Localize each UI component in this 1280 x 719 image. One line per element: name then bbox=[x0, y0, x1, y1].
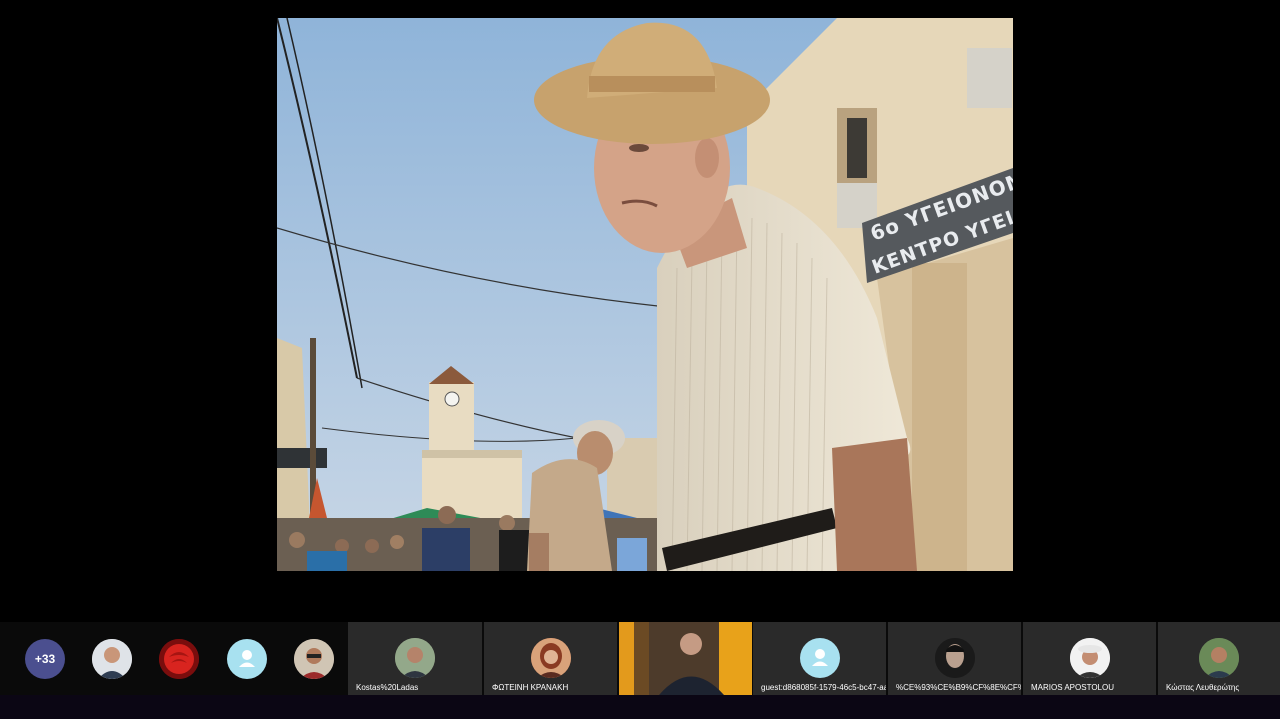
person-photo-icon bbox=[92, 639, 132, 679]
participant-strip: +33 Kostas%20Ladas ΦΩΤΕΙΝΗ ΚΡΑΝΑΚΗ guest… bbox=[0, 622, 1280, 695]
participant-name: guest:d868085f-1579-46c5-bc47-aa... bbox=[761, 683, 886, 692]
person-photo-icon bbox=[1069, 638, 1110, 678]
user-placeholder-icon bbox=[239, 650, 255, 667]
person-photo-icon bbox=[530, 638, 571, 678]
participant-avatar[interactable] bbox=[92, 639, 132, 679]
participant-avatar bbox=[395, 638, 435, 678]
participant-name: MARIOS APOSTOLOU bbox=[1031, 683, 1114, 692]
user-placeholder-icon bbox=[811, 649, 828, 666]
more-participants-button[interactable]: +33 bbox=[25, 639, 65, 679]
participant-name: Κώστας Λευθερώτης bbox=[1166, 683, 1240, 692]
participant-tile[interactable]: Kostas%20Ladas bbox=[348, 622, 482, 695]
participant-avatar bbox=[1199, 638, 1239, 678]
participant-name: ΦΩΤΕΙΝΗ ΚΡΑΝΑΚΗ bbox=[492, 683, 569, 692]
participant-avatar[interactable] bbox=[294, 639, 334, 679]
participant-avatar[interactable] bbox=[159, 639, 199, 679]
bottom-bar bbox=[0, 695, 1280, 719]
shared-screen-area: 6ο ΥΓΕΙΟΝΟΜΙΚΗ ΚΕΝΤΡΟ ΥΓΕΙΑΣ bbox=[0, 0, 1280, 620]
participant-tile[interactable]: ΦΩΤΕΙΝΗ ΚΡΑΝΑΚΗ bbox=[484, 622, 617, 695]
participant-tile[interactable]: MARIOS APOSTOLOU bbox=[1023, 622, 1156, 695]
participant-avatar bbox=[799, 638, 840, 678]
participant-tile[interactable]: %CE%93%CE%B9%CF%8E%CF%81... bbox=[888, 622, 1021, 695]
participant-avatar bbox=[1069, 638, 1110, 678]
participant-video-tile[interactable] bbox=[619, 622, 752, 695]
participant-name: %CE%93%CE%B9%CF%8E%CF%81... bbox=[896, 683, 1021, 692]
participant-avatar[interactable] bbox=[227, 639, 267, 679]
shared-photo: 6ο ΥΓΕΙΟΝΟΜΙΚΗ ΚΕΝΤΡΟ ΥΓΕΙΑΣ bbox=[277, 18, 1013, 571]
participant-video-feed bbox=[619, 622, 752, 695]
person-photo-icon bbox=[294, 639, 334, 679]
person-photo-icon bbox=[934, 638, 975, 678]
participant-tile[interactable]: guest:d868085f-1579-46c5-bc47-aa... bbox=[753, 622, 886, 695]
street-photo-image bbox=[277, 18, 1013, 571]
person-photo-icon bbox=[395, 638, 435, 678]
participant-name: Kostas%20Ladas bbox=[356, 683, 419, 692]
participant-avatar bbox=[934, 638, 975, 678]
participant-avatar bbox=[530, 638, 571, 678]
participant-tile[interactable]: Κώστας Λευθερώτης bbox=[1158, 622, 1280, 695]
rose-icon bbox=[159, 639, 199, 679]
person-photo-icon bbox=[1199, 638, 1239, 678]
